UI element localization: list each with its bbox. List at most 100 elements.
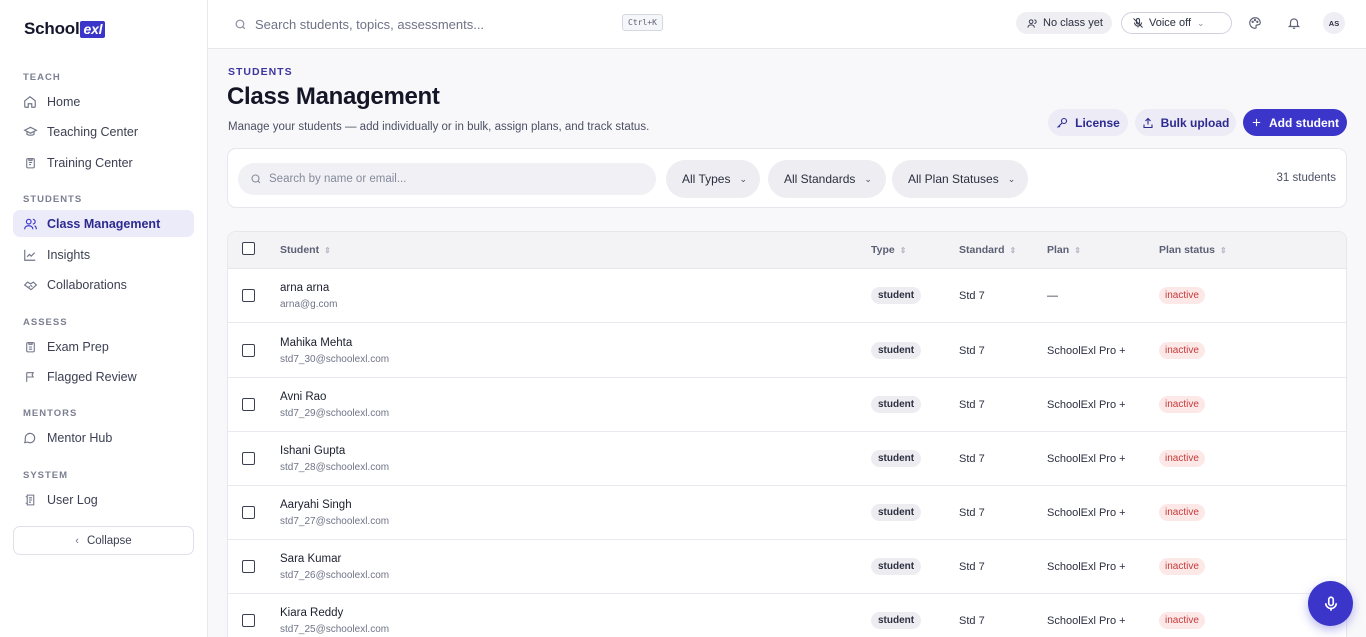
sidebar-item-teaching-center[interactable]: Teaching Center bbox=[13, 118, 194, 145]
plan-status-filter[interactable]: All Plan Statuses ⌄ bbox=[892, 160, 1028, 198]
plus-icon bbox=[1251, 117, 1262, 128]
row-checkbox[interactable] bbox=[242, 614, 255, 627]
chevron-down-icon: ⌄ bbox=[739, 173, 748, 184]
sidebar-item-training-center[interactable]: Training Center bbox=[13, 149, 194, 176]
app-logo[interactable]: School exl bbox=[24, 19, 106, 39]
sidebar-item-mentor-hub[interactable]: Mentor Hub bbox=[13, 424, 194, 451]
sidebar-item-label: Home bbox=[47, 94, 81, 109]
plan-value: SchoolExl Pro + bbox=[1047, 345, 1126, 357]
section-label-teach: TEACH bbox=[23, 72, 61, 83]
sort-icon: ⇕ bbox=[899, 245, 907, 255]
page-subtitle: Manage your students — add individually … bbox=[228, 121, 650, 133]
student-search-input[interactable] bbox=[269, 173, 649, 185]
top-bar: Search students, topics, assessments... … bbox=[208, 0, 1366, 49]
table-row[interactable]: Mahika Mehta std7_30@schoolexl.com stude… bbox=[228, 324, 1346, 378]
status-badge: inactive bbox=[1159, 504, 1205, 521]
table-row[interactable]: Kiara Reddy std7_25@schoolexl.com studen… bbox=[228, 594, 1346, 637]
table-row[interactable]: Aaryahi Singh std7_27@schoolexl.com stud… bbox=[228, 486, 1346, 540]
voice-assistant-button[interactable] bbox=[1308, 581, 1353, 626]
key-icon bbox=[1056, 117, 1068, 129]
class-selector[interactable]: No class yet bbox=[1016, 12, 1112, 34]
palette-icon[interactable] bbox=[1246, 14, 1264, 32]
row-checkbox[interactable] bbox=[242, 398, 255, 411]
page-title: Class Management bbox=[227, 83, 440, 110]
sidebar-item-label: Mentor Hub bbox=[47, 430, 113, 445]
sidebar-item-insights[interactable]: Insights bbox=[13, 241, 194, 268]
flag-icon bbox=[22, 369, 38, 385]
type-badge: student bbox=[871, 558, 922, 575]
table-row[interactable]: Ishani Gupta std7_28@schoolexl.com stude… bbox=[228, 432, 1346, 486]
column-label: Plan status bbox=[1159, 244, 1216, 256]
bell-icon[interactable] bbox=[1285, 14, 1303, 32]
sidebar-item-label: Teaching Center bbox=[47, 124, 139, 139]
sidebar-item-label: Exam Prep bbox=[47, 339, 109, 354]
plan-status-filter-label: All Plan Statuses bbox=[908, 172, 999, 186]
sidebar-item-class-management[interactable]: Class Management bbox=[13, 210, 194, 237]
sidebar-item-flagged-review[interactable]: Flagged Review bbox=[13, 363, 194, 390]
standard-value: Std 7 bbox=[959, 345, 985, 357]
chevron-down-icon: ⌄ bbox=[864, 173, 872, 184]
sidebar-item-exam-prep[interactable]: Exam Prep bbox=[13, 333, 194, 360]
row-checkbox[interactable] bbox=[242, 506, 255, 519]
row-checkbox[interactable] bbox=[242, 344, 255, 357]
column-header-plan[interactable]: Plan ⇕ bbox=[1047, 244, 1081, 256]
student-name: Mahika Mehta bbox=[280, 337, 353, 349]
column-header-type[interactable]: Type ⇕ bbox=[871, 244, 906, 256]
users-icon bbox=[22, 216, 38, 232]
type-badge: student bbox=[871, 450, 922, 467]
table-row[interactable]: Sara Kumar std7_26@schoolexl.com student… bbox=[228, 540, 1346, 594]
avatar[interactable]: AS bbox=[1323, 12, 1345, 34]
type-badge: student bbox=[871, 504, 922, 521]
type-badge: student bbox=[871, 342, 922, 359]
standard-value: Std 7 bbox=[959, 561, 985, 573]
student-email: std7_30@schoolexl.com bbox=[280, 354, 390, 365]
column-header-student[interactable]: Student ⇕ bbox=[280, 244, 331, 256]
column-label: Student bbox=[280, 244, 320, 256]
standard-filter-label: All Standards bbox=[784, 172, 856, 186]
type-filter[interactable]: All Types ⌄ bbox=[666, 160, 760, 198]
table-row[interactable]: Avni Rao std7_29@schoolexl.com student S… bbox=[228, 378, 1346, 432]
table-row[interactable]: arna arna arna@g.com student Std 7 — ina… bbox=[228, 269, 1346, 323]
plan-value: SchoolExl Pro + bbox=[1047, 453, 1126, 465]
student-search[interactable] bbox=[238, 163, 656, 195]
row-checkbox[interactable] bbox=[242, 452, 255, 465]
bulk-upload-button[interactable]: Bulk upload bbox=[1135, 109, 1236, 136]
chevron-left-icon: ‹ bbox=[75, 534, 79, 547]
student-name: Avni Rao bbox=[280, 391, 327, 403]
search-icon bbox=[234, 18, 247, 31]
plan-value: SchoolExl Pro + bbox=[1047, 615, 1126, 627]
sort-icon: ⇕ bbox=[1009, 245, 1017, 255]
table-header: Student ⇕ Type ⇕ Standard ⇕ Plan ⇕ Plan stat… bbox=[228, 232, 1346, 269]
line-chart-icon bbox=[22, 247, 38, 263]
student-email: std7_28@schoolexl.com bbox=[280, 462, 390, 473]
section-label-system: SYSTEM bbox=[23, 470, 69, 481]
sidebar-item-collaborations[interactable]: Collaborations bbox=[13, 271, 194, 298]
sidebar-item-user-log[interactable]: User Log bbox=[13, 486, 194, 513]
section-label-students: STUDENTS bbox=[23, 194, 83, 205]
column-header-standard[interactable]: Standard ⇕ bbox=[959, 244, 1016, 256]
standard-value: Std 7 bbox=[959, 615, 985, 627]
global-search-placeholder: Search students, topics, assessments... bbox=[255, 16, 485, 32]
status-badge: inactive bbox=[1159, 396, 1205, 413]
row-checkbox[interactable] bbox=[242, 560, 255, 573]
license-button[interactable]: License bbox=[1048, 109, 1128, 136]
standard-filter[interactable]: All Standards ⌄ bbox=[768, 160, 886, 198]
section-label-assess: ASSESS bbox=[23, 317, 68, 328]
global-search[interactable]: Search students, topics, assessments... bbox=[234, 13, 674, 35]
standard-value: Std 7 bbox=[959, 399, 985, 411]
sidebar-item-home[interactable]: Home bbox=[13, 88, 194, 115]
row-checkbox[interactable] bbox=[242, 289, 255, 302]
section-label-mentors: MENTORS bbox=[23, 408, 78, 419]
select-all-checkbox[interactable] bbox=[242, 242, 255, 255]
chevron-down-icon: ⌄ bbox=[1197, 17, 1205, 28]
student-name: Ishani Gupta bbox=[280, 445, 346, 457]
collapse-button[interactable]: ‹ Collapse bbox=[13, 526, 194, 555]
status-badge: inactive bbox=[1159, 612, 1205, 629]
column-label: Type bbox=[871, 244, 895, 256]
column-header-plan-status[interactable]: Plan status ⇕ bbox=[1159, 244, 1227, 256]
voice-toggle[interactable]: Voice off ⌄ bbox=[1121, 12, 1232, 34]
bulk-upload-label: Bulk upload bbox=[1160, 115, 1230, 130]
clipboard-icon bbox=[22, 155, 38, 171]
student-email: std7_26@schoolexl.com bbox=[280, 570, 390, 581]
add-student-button[interactable]: Add student bbox=[1243, 109, 1347, 136]
